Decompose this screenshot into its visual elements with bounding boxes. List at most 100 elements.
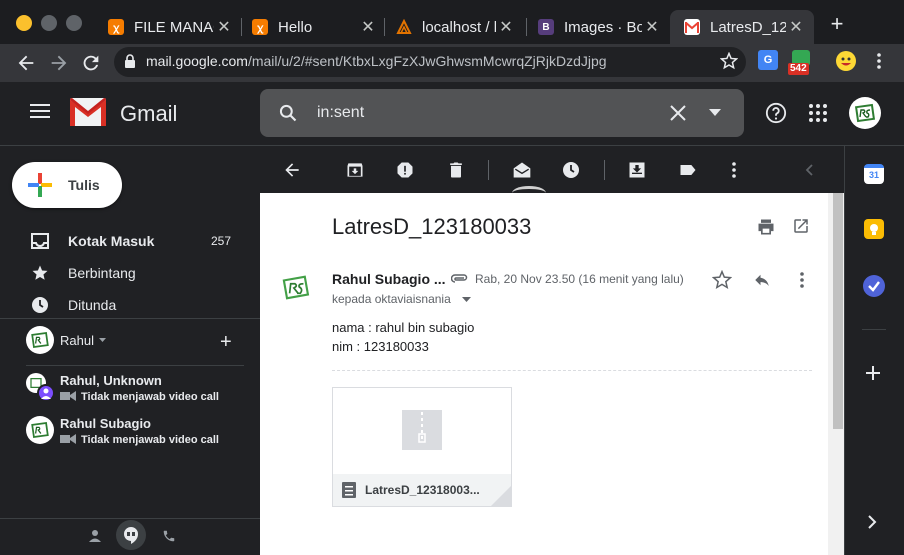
inbox-count: 257 [211,234,232,248]
browser-tab-file-manager[interactable]: ꭓ FILE MANAGER ✕ [94,10,242,44]
email-body-line: nama : rahul bin subagio [332,320,475,335]
back-arrow-icon [18,55,34,71]
caret-down-icon[interactable] [99,338,106,342]
more-button[interactable] [724,160,744,180]
sidebar-divider [0,318,260,319]
bookmark-star-icon[interactable] [720,52,738,70]
missed-video-call-icon [60,433,76,445]
conversation-name: Rahul, Unknown [60,373,162,388]
new-conversation-button[interactable]: + [220,332,232,352]
calendar-icon[interactable]: 31 [864,164,884,184]
apps-button[interactable] [808,103,828,123]
person-icon [41,388,51,399]
gmail-logo-text: Gmail [120,101,178,126]
conversation-name: Rahul Subagio [60,416,151,431]
labels-button[interactable] [678,160,698,180]
search-icon[interactable] [278,103,298,123]
side-panel [844,146,904,555]
get-addons-button[interactable] [865,365,881,381]
expand-side-panel-button[interactable] [866,514,878,530]
scrollbar-thumb[interactable] [833,193,843,429]
xampp-icon: ꭓ [252,19,268,35]
snooze-button[interactable] [561,160,581,180]
account-avatar[interactable] [849,97,881,129]
profile-avatar[interactable] [836,51,856,71]
hangouts-user-name[interactable]: Rahul [60,333,94,348]
rs-logo-avatar-icon [854,103,876,123]
new-tab-button[interactable]: + [826,13,848,35]
email-date: Rab, 20 Nov 23.50 (16 menit yang lalu) [475,272,684,286]
recipient-line: kepada oktaviaisnania [332,292,451,306]
delete-button[interactable] [446,160,466,180]
tasks-icon[interactable] [863,275,885,297]
hangouts-user-avatar[interactable] [26,326,54,354]
url-text: mail.google.com/mail/u/2/#sent/KtbxLxgFz… [146,53,607,69]
tab-title: LatresD_123180033 [710,18,786,36]
browser-tab-localhost[interactable]: localhost / localhost ✕ [382,10,524,44]
close-icon[interactable]: ✕ [358,17,378,37]
show-details-button[interactable] [462,297,471,302]
reply-button[interactable] [752,271,772,289]
window-maximize-button[interactable] [66,15,82,31]
emoji-face-icon [841,57,851,66]
print-button[interactable] [756,217,776,237]
mark-as-unread-icon [513,162,531,178]
rs-logo-avatar-icon [31,331,49,349]
main-menu-button[interactable] [30,103,50,119]
contacts-tab[interactable] [88,529,102,543]
hamburger-menu-icon [30,104,50,118]
sidebar-item-label: Berbintang [68,265,136,281]
archive-button[interactable] [345,160,365,180]
hangouts-divider [26,365,244,366]
reload-button[interactable] [80,52,102,74]
gmail-logo[interactable] [70,98,106,126]
browser-tab-hello[interactable]: ꭓ Hello ✕ [238,10,386,44]
toolbar-separator [604,160,605,180]
move-to-button[interactable] [627,160,647,180]
more-vert-icon [800,272,804,288]
close-icon[interactable]: ✕ [496,17,516,37]
browser-tab-gmail-active[interactable]: LatresD_123180033 ✕ [670,10,814,44]
browser-tab-bootstrap[interactable]: B Images · Bootstrap ✕ [524,10,670,44]
sender-name[interactable]: Rahul Subagio ... [332,271,446,287]
report-icon [397,162,413,178]
caret-down-icon [709,109,721,116]
keep-icon[interactable] [864,219,884,239]
conversation-status: Tidak menjawab video call [81,391,219,403]
mark-unread-button[interactable] [512,160,532,180]
phpmyadmin-icon [396,19,412,35]
chrome-menu-button[interactable] [874,52,884,70]
archive-icon [347,163,363,177]
clear-search-button[interactable] [669,104,687,122]
help-button[interactable] [765,102,787,124]
close-icon[interactable]: ✕ [786,17,806,37]
help-icon [765,102,787,124]
check-icon [868,281,880,292]
back-to-list-button[interactable] [282,160,302,180]
tab-title: Hello [278,18,313,36]
email-subject: LatresD_123180033 [332,214,532,239]
search-input[interactable]: in:sent [317,104,364,122]
close-icon[interactable]: ✕ [214,17,234,37]
window-close-button[interactable] [16,15,32,31]
tab-title: localhost / localhost [422,18,496,36]
report-spam-button[interactable] [395,160,415,180]
phone-tab[interactable] [162,529,176,543]
page-curl-corner [491,486,511,506]
chevron-left-icon [805,164,813,176]
clock-icon [563,162,579,178]
star-button[interactable] [712,270,732,290]
avatar [37,384,55,402]
hangouts-tab[interactable] [116,520,146,550]
open-new-window-button[interactable] [792,217,810,235]
close-icon[interactable]: ✕ [642,17,662,37]
sender-avatar[interactable] [279,271,313,305]
search-options-button[interactable] [709,109,721,116]
back-button[interactable] [15,52,37,74]
google-translate-extension-icon[interactable]: G [758,50,778,70]
email-body-line: nim : 123180033 [332,339,429,354]
older-button[interactable] [800,160,820,180]
message-more-button[interactable] [792,270,812,290]
window-minimize-button[interactable] [41,15,57,31]
forward-button[interactable] [48,52,70,74]
